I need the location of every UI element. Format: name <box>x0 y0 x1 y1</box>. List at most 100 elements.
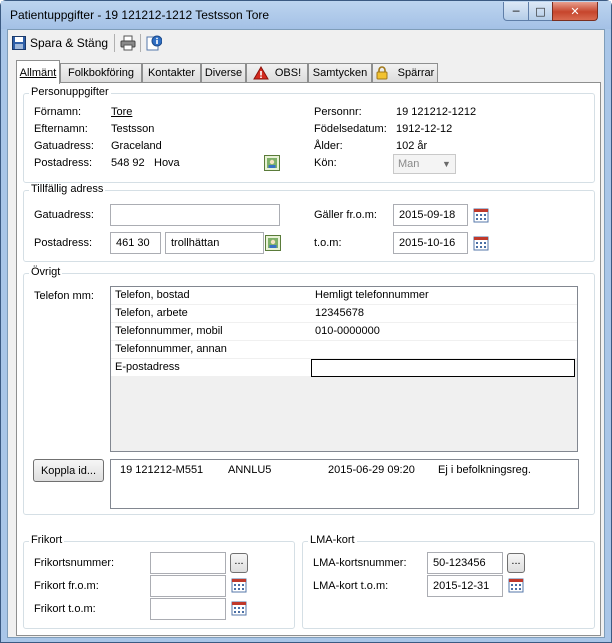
maximize-button[interactable]: □ <box>528 2 553 21</box>
frikortsnummer-input[interactable] <box>150 552 226 574</box>
frikort-tom-label: Frikort t.o.m: <box>34 603 96 615</box>
phone-type: Telefonnummer, annan <box>111 341 311 359</box>
frikort-tom-input[interactable] <box>150 598 226 620</box>
tillfallig-ort-input[interactable]: trollhättan <box>165 232 264 254</box>
save-icon <box>12 36 26 50</box>
address-book-icon[interactable] <box>264 155 280 171</box>
save-close-label: Spara & Stäng <box>30 36 109 50</box>
lma-tom-input[interactable]: 2015-12-31 <box>427 575 503 597</box>
phone-type: Telefon, arbete <box>111 305 311 323</box>
fornamn-label: Förnamn: <box>34 106 82 118</box>
frikortsnummer-label: Frikortsnummer: <box>34 557 115 569</box>
group-frikort: Frikort Frikortsnummer: ... Frikort fr.o… <box>23 534 295 629</box>
tillfallig-gatuadress-input[interactable] <box>110 204 280 226</box>
print-icon <box>120 35 136 51</box>
alder-value: 102 år <box>396 140 428 152</box>
chevron-down-icon: ▼ <box>442 159 451 169</box>
fodelsedatum-label: Födelsedatum: <box>314 123 387 135</box>
minimize-button[interactable]: ─ <box>503 2 529 21</box>
lma-browse-button[interactable]: ... <box>507 553 525 573</box>
efternamn-label: Efternamn: <box>34 123 88 135</box>
tab-allmant[interactable]: Allmänt <box>16 60 60 84</box>
telefon-label: Telefon mm: <box>34 290 94 302</box>
phone-row: Telefonnummer, annan <box>111 341 577 359</box>
tillfallig-postadress-label: Postadress: <box>34 237 93 249</box>
group-title: Tillfällig adress <box>29 183 106 195</box>
linked-datetime: 2015-06-29 09:20 <box>328 464 415 476</box>
calendar-icon[interactable] <box>231 600 247 616</box>
title-bar[interactable]: Patientuppgifter - 19 121212-1212 Testss… <box>1 1 611 29</box>
phone-row: Telefonnummer, mobil 010-0000000 <box>111 323 577 341</box>
postadress-label: Postadress: <box>34 157 93 169</box>
tillfallig-tom-input[interactable]: 2015-10-16 <box>393 232 468 254</box>
tab-panel-allmant: Personuppgifter Förnamn: Tore Efternamn:… <box>16 82 601 636</box>
phone-type: Telefon, bostad <box>111 287 311 305</box>
group-title: Frikort <box>29 534 65 546</box>
frikort-browse-button[interactable]: ... <box>230 553 248 573</box>
tillfallig-postnummer-input[interactable]: 461 30 <box>110 232 161 254</box>
phone-value[interactable] <box>311 341 577 359</box>
phone-type: Telefonnummer, mobil <box>111 323 311 341</box>
tab-strip: Allmänt Folkbokföring Kontakter Diverse … <box>16 60 606 84</box>
toolbar-separator <box>114 34 115 52</box>
tab-kontakter[interactable]: Kontakter <box>142 63 201 82</box>
frikort-from-input[interactable] <box>150 575 226 597</box>
minimize-icon: ─ <box>512 4 520 18</box>
window-title: Patientuppgifter - 19 121212-1212 Testss… <box>10 8 270 22</box>
maximize-icon: □ <box>535 4 546 18</box>
linked-pnr: 19 121212-M551 <box>120 464 204 476</box>
calendar-icon[interactable] <box>231 577 247 593</box>
close-icon: ✕ <box>570 4 580 18</box>
personnr-value: 19 121212-1212 <box>396 106 477 118</box>
close-button[interactable]: ✕ <box>552 2 598 21</box>
calendar-icon[interactable] <box>473 207 489 223</box>
koppla-id-label: Koppla id... <box>40 464 97 477</box>
tab-obs[interactable]: OBS! <box>246 63 308 82</box>
phone-value[interactable]: 010-0000000 <box>311 323 577 341</box>
personnr-label: Personnr: <box>314 106 362 118</box>
galler-from-input[interactable]: 2015-09-18 <box>393 204 468 226</box>
kon-selected-value: Man <box>398 158 420 170</box>
phone-row: E-postadress <box>111 359 577 377</box>
koppla-id-button[interactable]: Koppla id... <box>33 459 104 482</box>
kon-select[interactable]: Man ▼ <box>393 154 456 174</box>
group-personuppgifter: Personuppgifter Förnamn: Tore Efternamn:… <box>23 86 595 183</box>
group-tillfallig-adress: Tillfällig adress Gatuadress: Postadress… <box>23 183 595 262</box>
tab-samtycken[interactable]: Samtycken <box>308 63 372 82</box>
group-title: Övrigt <box>29 266 63 278</box>
tab-folkbokforing[interactable]: Folkbokföring <box>60 63 142 82</box>
calendar-icon[interactable] <box>473 235 489 251</box>
lma-nummer-label: LMA-kortsnummer: <box>313 557 407 569</box>
group-title: LMA-kort <box>308 534 357 546</box>
group-title: Personuppgifter <box>29 86 111 98</box>
print-button[interactable] <box>120 33 136 53</box>
linked-code: ANNLU5 <box>228 464 272 476</box>
phone-grid: Telefon, bostad Hemligt telefonnummer Te… <box>110 286 578 452</box>
address-book-icon[interactable] <box>265 235 281 251</box>
save-close-button[interactable]: Spara & Stäng <box>12 33 108 53</box>
lma-nummer-input[interactable]: 50-123456 <box>427 552 503 574</box>
phone-value[interactable]: 12345678 <box>311 305 577 323</box>
linked-status: Ej i befolkningsreg. <box>438 464 531 476</box>
toolbar: Spara & Stäng <box>8 30 604 56</box>
phone-value[interactable]: Hemligt telefonnummer <box>311 287 577 305</box>
toolbar-separator <box>140 34 141 52</box>
calendar-icon[interactable] <box>508 577 524 593</box>
postnummer-value: 548 92 <box>111 157 145 169</box>
tillfallig-gatuadress-label: Gatuadress: <box>34 209 94 221</box>
list-item[interactable]: 19 121212-M551 ANNLU5 2015-06-29 09:20 E… <box>111 460 578 480</box>
frikort-from-label: Frikort fr.o.m: <box>34 580 99 592</box>
info-button[interactable] <box>146 33 162 53</box>
group-lma-kort: LMA-kort LMA-kortsnummer: 50-123456 ... … <box>302 534 595 629</box>
kon-label: Kön: <box>314 157 337 169</box>
email-input[interactable] <box>311 359 575 377</box>
phone-row: Telefon, arbete 12345678 <box>111 305 577 323</box>
lock-icon <box>376 66 388 80</box>
tab-diverse[interactable]: Diverse <box>201 63 246 82</box>
tillfallig-tom-label: t.o.m: <box>314 237 342 249</box>
linked-id-list: 19 121212-M551 ANNLU5 2015-06-29 09:20 E… <box>110 459 579 509</box>
alder-label: Ålder: <box>314 140 343 152</box>
tab-sparrar[interactable]: Spärrar <box>372 63 438 82</box>
gatuadress-label: Gatuadress: <box>34 140 94 152</box>
lma-tom-label: LMA-kort t.o.m: <box>313 580 389 592</box>
